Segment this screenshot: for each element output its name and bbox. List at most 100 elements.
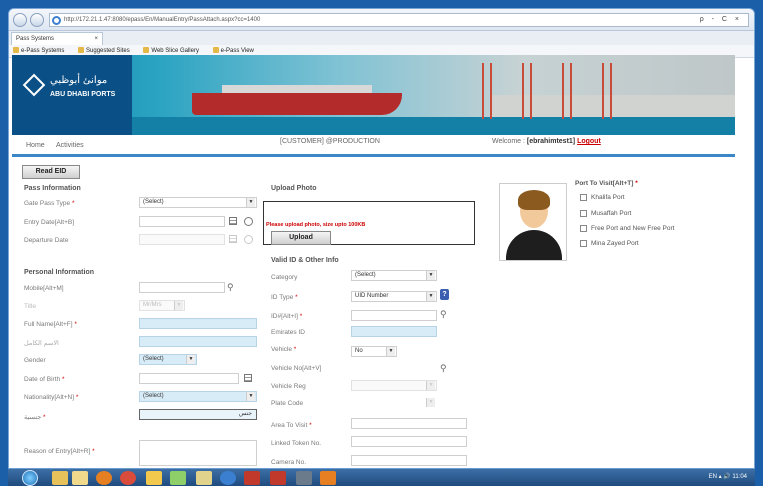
nav-activities-link[interactable]: Activities: [56, 142, 84, 149]
vehicle-select[interactable]: No: [351, 346, 397, 357]
free-port-checkbox[interactable]: [580, 225, 587, 232]
reason-of-entry-label: Reason of Entry[Alt+R] *: [24, 448, 95, 455]
khalifa-port-checkbox[interactable]: [580, 194, 587, 201]
clock-icon[interactable]: [244, 235, 253, 244]
avatar-hair: [518, 190, 550, 210]
dob-label: Date of Birth *: [24, 376, 65, 383]
start-button[interactable]: [22, 470, 38, 486]
musaffah-port-checkbox[interactable]: [580, 210, 587, 217]
favorite-web-slice-gallery[interactable]: Web Slice Gallery: [143, 47, 205, 54]
welcome-text: Welcome : [ebrahimtest1] Logout: [492, 138, 601, 145]
calendar-icon[interactable]: [229, 235, 237, 243]
arabic-nationality-label: جنسية *: [24, 414, 46, 421]
sea-image: [132, 117, 735, 135]
username: [ebrahimtest1]: [526, 138, 576, 145]
favorite-suggested-sites[interactable]: Suggested Sites: [78, 47, 136, 54]
title-label: Title: [24, 303, 37, 310]
valid-id-heading: Valid ID & Other Info: [271, 257, 339, 264]
favorite-epass-view[interactable]: e-Pass View: [212, 47, 260, 54]
search-icon[interactable]: ⚲: [440, 309, 447, 319]
app-icon[interactable]: [320, 471, 336, 485]
ie-icon: [52, 16, 61, 25]
folder-icon[interactable]: [72, 471, 88, 485]
pass-information-heading: Pass Information: [24, 185, 81, 192]
read-eid-button[interactable]: Read EID: [22, 165, 80, 179]
nav-home-link[interactable]: Home: [26, 142, 45, 149]
media-player-icon[interactable]: [96, 471, 112, 485]
url-text: http://172.21.1.47:8080/epass/En/ManualE…: [64, 17, 261, 23]
category-label: Category: [271, 274, 298, 281]
crane: [482, 63, 492, 119]
app-icon[interactable]: [296, 471, 312, 485]
page-icon: [143, 47, 150, 53]
tab-pass-systems[interactable]: Pass Systems ×: [11, 32, 103, 45]
camera-no-input[interactable]: [351, 455, 467, 466]
personal-information-heading: Personal Information: [24, 269, 95, 276]
gate-pass-type-label: Gate Pass Type *: [24, 200, 75, 207]
favorite-epass-systems[interactable]: e-Pass Systems: [13, 47, 70, 54]
arabic-nationality-input[interactable]: جنس: [139, 409, 257, 420]
back-button[interactable]: [13, 13, 27, 27]
entry-date-input[interactable]: [139, 216, 225, 227]
logout-link[interactable]: Logout: [577, 138, 601, 145]
area-to-visit-label: Area To Visit *: [271, 422, 312, 429]
emirates-id-input[interactable]: [351, 326, 437, 337]
full-name-input[interactable]: [139, 318, 257, 329]
app-icon[interactable]: [170, 471, 186, 485]
arabic-name-input[interactable]: [139, 336, 257, 347]
reason-of-entry-input[interactable]: [139, 440, 257, 466]
gender-select[interactable]: (Select): [139, 354, 197, 365]
page-icon: [13, 47, 19, 53]
app-icon[interactable]: [196, 471, 212, 485]
ie-icon[interactable]: [220, 471, 236, 485]
page-icon: [78, 47, 85, 53]
mina-zayed-port-label: Mina Zayed Port: [591, 240, 639, 247]
tab-close-icon[interactable]: ×: [94, 33, 98, 45]
tab-strip: Pass Systems ×: [9, 31, 754, 45]
dob-input[interactable]: [139, 373, 239, 384]
vehicle-reg-label: Vehicle Reg: [271, 383, 306, 390]
calendar-icon[interactable]: [244, 374, 252, 382]
crane: [522, 63, 532, 119]
linked-token-input[interactable]: [351, 436, 467, 447]
logo-arabic: موانئ أبوظبي: [50, 75, 108, 86]
arabic-name-label: الاسم الكامل: [24, 340, 59, 347]
logo: موانئ أبوظبي ABU DHABI PORTS: [12, 55, 132, 135]
category-select[interactable]: (Select): [351, 270, 437, 281]
area-to-visit-input[interactable]: [351, 418, 467, 429]
free-port-label: Free Port and New Free Port: [591, 225, 675, 232]
clock-icon[interactable]: [244, 217, 253, 226]
avatar-body: [506, 230, 562, 260]
customer-env-label: [CUSTOMER] @PRODUCTION: [280, 138, 380, 145]
powerpoint-icon[interactable]: [270, 471, 286, 485]
search-icon[interactable]: ⚲: [440, 363, 447, 373]
ship-hull: [192, 93, 402, 115]
mobile-input[interactable]: [139, 282, 225, 293]
nationality-select[interactable]: (Select): [139, 391, 257, 402]
plate-code-label: Plate Code: [271, 400, 304, 407]
help-icon[interactable]: ?: [440, 289, 449, 300]
calendar-icon[interactable]: [229, 217, 237, 225]
logo-english: ABU DHABI PORTS: [50, 91, 116, 98]
system-tray: EN ▴ 🔊 11:04: [708, 474, 747, 480]
forward-button[interactable]: [30, 13, 44, 27]
port-to-visit-heading: Port To Visit[Alt+T] *: [575, 180, 638, 187]
explorer-icon[interactable]: [52, 471, 68, 485]
title-select[interactable]: Mr/Mrs: [139, 300, 185, 311]
mina-zayed-port-checkbox[interactable]: [580, 240, 587, 247]
id-type-select[interactable]: UID Number: [351, 291, 437, 302]
chrome-icon[interactable]: [120, 471, 136, 485]
address-input[interactable]: http://172.21.1.47:8080/epass/En/ManualE…: [49, 13, 749, 27]
nationality-label: Nationality[Alt+N] *: [24, 394, 79, 401]
id-number-input[interactable]: [351, 310, 437, 321]
search-icon[interactable]: ⚲: [227, 282, 234, 292]
nav-bar: Home Activities [CUSTOMER] @PRODUCTION W…: [12, 135, 735, 157]
pdf-icon[interactable]: [244, 471, 260, 485]
gate-pass-type-select[interactable]: (Select): [139, 197, 257, 208]
address-tools[interactable]: ρ - C ×: [700, 14, 742, 26]
plate-code-select[interactable]: [351, 397, 437, 408]
app-icon[interactable]: [146, 471, 162, 485]
departure-date-input[interactable]: [139, 234, 225, 245]
vehicle-reg-select[interactable]: [351, 380, 437, 391]
upload-button[interactable]: Upload: [271, 231, 331, 245]
